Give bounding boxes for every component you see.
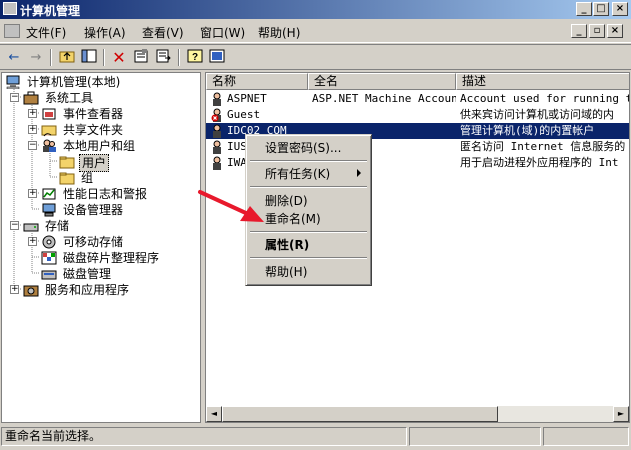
tree-label: 设备管理器 <box>63 203 124 217</box>
row-fullname: ASP.NET Machine Account <box>312 92 456 105</box>
table-row[interactable]: ASPNET ASP.NET Machine Account Account u… <box>206 91 630 107</box>
user-icon <box>213 124 221 138</box>
maximize-button[interactable]: □ <box>593 2 609 16</box>
status-panel-3 <box>543 427 629 446</box>
menu-item-properties[interactable]: 属性(R) <box>249 235 368 255</box>
toolbar: ← → ✕ ? <box>0 44 631 70</box>
computer-icon <box>6 75 20 89</box>
back-arrow-icon[interactable]: ← <box>5 49 23 66</box>
folder-open-icon <box>59 156 75 169</box>
red-arrow-icon <box>198 190 264 222</box>
menu-bar: 文件(F) 操作(A) 查看(V) 窗口(W) 帮助(H) _ ▫ × <box>0 20 631 43</box>
svg-text:?: ? <box>192 52 198 63</box>
row-desc: 供来宾访问计算机或访问域的内 <box>460 108 614 121</box>
scroll-right-button[interactable]: ► <box>613 406 629 422</box>
expand-shared-folders[interactable]: + <box>28 125 37 134</box>
tree-label: 服务和应用程序 <box>45 283 130 297</box>
removable-storage-icon <box>42 235 56 249</box>
tree-label: 事件查看器 <box>63 107 124 121</box>
column-header-description[interactable]: 描述 <box>456 73 629 90</box>
tree-label: 本地用户和组 <box>63 139 136 153</box>
forward-arrow-icon[interactable]: → <box>27 49 45 66</box>
disabled-user-icon <box>211 108 221 122</box>
collapse-storage[interactable]: − <box>10 221 19 230</box>
window-title: 计算机管理 <box>20 4 81 18</box>
scroll-thumb[interactable] <box>222 406 498 422</box>
tree-label: 存储 <box>45 219 70 233</box>
defrag-icon <box>41 251 57 265</box>
tree-label: 系统工具 <box>45 91 94 105</box>
perf-logs-icon <box>42 188 56 200</box>
menu-file[interactable]: 文件(F) <box>26 24 66 41</box>
console-tree: 计算机管理(本地) − 系统工具 + 事件查看器 + 共享文件夹 − 本地用户和… <box>1 72 201 423</box>
child-minimize-button[interactable]: _ <box>571 24 587 38</box>
menu-window[interactable]: 窗口(W) <box>200 24 245 41</box>
console-menu-icon[interactable] <box>4 24 20 38</box>
event-viewer-icon <box>42 108 56 120</box>
close-button[interactable]: × <box>612 2 628 16</box>
menu-action[interactable]: 操作(A) <box>84 24 126 41</box>
child-close-button[interactable]: × <box>607 24 623 38</box>
expand-services-apps[interactable]: + <box>10 285 19 294</box>
submenu-arrow-icon <box>357 169 361 177</box>
menu-view[interactable]: 查看(V) <box>142 24 184 41</box>
row-desc: 匿名访问 Internet 信息服务的 <box>460 140 626 153</box>
row-name: ASPNET <box>227 92 267 105</box>
app-icon <box>3 2 17 15</box>
tree-label: 磁盘碎片整理程序 <box>63 251 160 265</box>
expand-event-viewer[interactable]: + <box>28 109 37 118</box>
user-icon <box>213 92 221 106</box>
collapse-local-users[interactable]: − <box>28 141 37 150</box>
tree-label: 磁盘管理 <box>63 267 112 281</box>
expand-removable-storage[interactable]: + <box>28 237 37 246</box>
column-header-name[interactable]: 名称 <box>206 73 308 90</box>
menu-item-set-password[interactable]: 设置密码(S)... <box>249 138 368 158</box>
user-icon <box>213 156 221 170</box>
tree-label: 共享文件夹 <box>63 123 124 137</box>
status-panel-2 <box>409 427 541 446</box>
help-icon[interactable]: ? <box>186 49 204 66</box>
row-desc: 管理计算机(域)的内置帐户 <box>460 124 595 137</box>
tree-label: 组 <box>81 171 94 185</box>
user-icon <box>213 140 221 154</box>
disk-management-icon <box>41 270 57 280</box>
menu-help[interactable]: 帮助(H) <box>258 24 300 41</box>
export-list-icon[interactable] <box>154 49 172 66</box>
row-name: Guest <box>227 108 261 121</box>
delete-icon[interactable]: ✕ <box>110 49 128 66</box>
row-desc: Account used for running the <box>460 92 630 105</box>
child-restore-button[interactable]: ▫ <box>589 24 605 38</box>
menu-item-all-tasks[interactable]: 所有任务(K) <box>249 164 368 184</box>
console-icon[interactable] <box>208 49 226 66</box>
users-group-icon <box>43 139 56 152</box>
tree-label: 性能日志和警报 <box>63 187 148 201</box>
status-bar: 重命名当前选择。 <box>0 425 631 450</box>
status-text: 重命名当前选择。 <box>1 427 407 446</box>
table-row[interactable]: Guest 供来宾访问计算机或访问域的内 <box>206 107 629 123</box>
show-hide-tree-icon[interactable] <box>80 49 98 66</box>
collapse-system-tools[interactable]: − <box>10 93 19 102</box>
scroll-left-button[interactable]: ◄ <box>206 406 222 422</box>
row-desc: 用于启动进程外应用程序的 Int <box>460 156 619 169</box>
horizontal-scrollbar[interactable]: ◄ ► <box>206 406 629 422</box>
services-icon <box>23 285 39 297</box>
menu-item-label: 所有任务(K) <box>265 167 331 181</box>
properties-icon[interactable] <box>132 49 150 66</box>
title-bar[interactable]: 计算机管理 _ □ × <box>0 0 631 19</box>
up-folder-icon[interactable] <box>58 49 76 66</box>
tree-label: 可移动存储 <box>63 235 124 249</box>
expand-perf-logs[interactable]: + <box>28 189 37 198</box>
minimize-button[interactable]: _ <box>576 2 592 16</box>
folder-icon <box>59 172 75 185</box>
storage-icon <box>23 223 39 232</box>
menu-item-help[interactable]: 帮助(H) <box>249 262 368 282</box>
device-manager-icon <box>42 203 56 217</box>
tree-label: 计算机管理(本地) <box>27 75 121 89</box>
tools-icon <box>23 91 39 105</box>
shared-folder-icon <box>41 125 57 137</box>
column-header-fullname[interactable]: 全名 <box>308 73 456 90</box>
